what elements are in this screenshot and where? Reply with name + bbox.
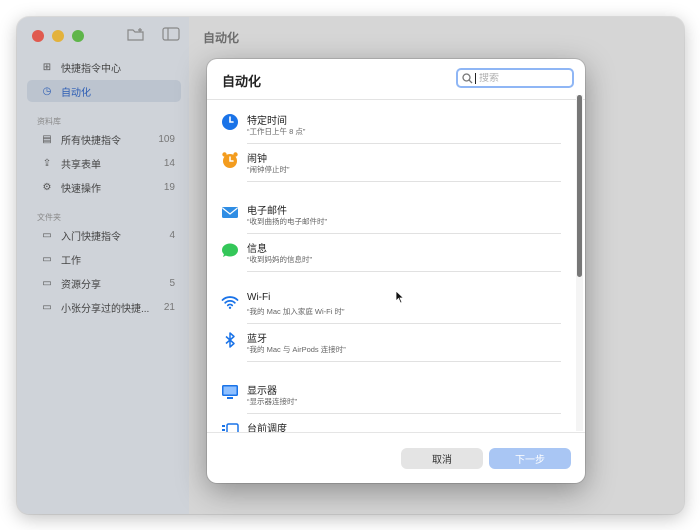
sidebar-item-folder-work[interactable]: ▭ 工作 xyxy=(27,248,181,270)
trigger-title: Wi-Fi xyxy=(247,292,271,303)
sidebar-item-count: 5 xyxy=(169,277,175,289)
sidebar: ⊞ 快捷指令中心 ◷ 自动化 资料库 ▤ 所有快捷指令 109 ⇪ 共享表单 1… xyxy=(17,17,189,514)
close-window-button[interactable] xyxy=(32,30,44,42)
sidebar-item-label: 入门快捷指令 xyxy=(61,231,121,243)
row-divider xyxy=(247,361,561,362)
maximize-window-button[interactable] xyxy=(72,30,84,42)
trigger-row-display[interactable]: 显示器 “显示器连接时” xyxy=(221,376,561,414)
page-title: 自动化 xyxy=(203,31,240,45)
stack-icon: ▤ xyxy=(42,133,52,145)
mail-icon xyxy=(222,207,238,218)
sidebar-item-label: 快捷指令中心 xyxy=(61,63,121,75)
sidebar-item-count: 21 xyxy=(163,301,175,313)
new-folder-icon[interactable] xyxy=(127,27,145,41)
next-button[interactable]: 下一步 xyxy=(489,448,571,469)
sidebar-item-count: 19 xyxy=(163,181,175,193)
text-caret xyxy=(475,72,476,84)
row-divider xyxy=(247,271,561,272)
sidebar-item-count: 4 xyxy=(169,229,175,241)
folder-icon: ▭ xyxy=(42,253,52,265)
sidebar-item-label: 自动化 xyxy=(61,87,91,99)
share-icon: ⇪ xyxy=(42,157,52,169)
folder-icon: ▭ xyxy=(42,301,52,313)
wifi-icon xyxy=(221,296,239,309)
trigger-list[interactable]: 特定时间 “工作日上午 8 点” 闹钟 “闹钟停止时” 电子邮件 “收到曲扬的电… xyxy=(207,100,575,432)
sidebar-item-automation[interactable]: ◷ 自动化 xyxy=(27,80,181,102)
sidebar-item-label: 资源分享 xyxy=(61,279,101,291)
sidebar-item-label: 快速操作 xyxy=(61,183,101,195)
message-icon xyxy=(222,243,238,257)
grid-icon: ⊞ xyxy=(42,61,52,73)
new-automation-dialog: 自动化 特定时间 “工作日上午 8 点” 闹钟 “ xyxy=(207,59,585,483)
sidebar-item-gallery[interactable]: ⊞ 快捷指令中心 xyxy=(27,56,181,78)
trigger-subtitle: “我的 Mac 与 AirPods 连接时” xyxy=(247,345,346,354)
trigger-title: 特定时间 xyxy=(247,116,287,127)
trigger-title: 闹钟 xyxy=(247,154,267,165)
trigger-title: 电子邮件 xyxy=(247,206,287,217)
trigger-row-time-of-day[interactable]: 特定时间 “工作日上午 8 点” xyxy=(221,106,561,144)
trigger-row-alarm[interactable]: 闹钟 “闹钟停止时” xyxy=(221,144,561,182)
sidebar-item-folder-resources[interactable]: ▭ 资源分享 5 xyxy=(27,272,181,294)
sidebar-item-label: 小张分享过的快捷... xyxy=(61,303,150,315)
sidebar-item-quick-actions[interactable]: ⚙ 快速操作 19 xyxy=(27,176,181,198)
trigger-subtitle: “收到曲扬的电子邮件时” xyxy=(247,217,327,226)
folder-icon: ▭ xyxy=(42,229,52,241)
sidebar-item-count: 109 xyxy=(158,133,175,145)
bluetooth-icon xyxy=(225,332,235,348)
display-icon xyxy=(222,385,238,399)
dialog-title: 自动化 xyxy=(222,74,262,89)
stage-manager-icon xyxy=(222,423,239,432)
sidebar-item-label: 所有快捷指令 xyxy=(61,135,121,147)
trigger-subtitle: “收到妈妈的信息时” xyxy=(247,255,312,264)
row-divider xyxy=(247,181,561,182)
folders-section-header: 文件夹 xyxy=(37,213,61,222)
sidebar-item-count: 14 xyxy=(163,157,175,169)
trigger-title: 信息 xyxy=(247,244,267,255)
gear-icon: ⚙ xyxy=(42,181,52,193)
trigger-title: 台前调度 xyxy=(247,424,287,432)
footer-divider xyxy=(207,432,585,433)
scrollbar-thumb[interactable] xyxy=(577,95,582,277)
trigger-subtitle: “显示器连接时” xyxy=(247,397,297,406)
library-section-header: 资料库 xyxy=(37,117,61,126)
trigger-subtitle: “工作日上午 8 点” xyxy=(247,127,306,136)
window-controls xyxy=(32,30,84,42)
clock-icon xyxy=(222,114,238,130)
sidebar-item-folder-starter[interactable]: ▭ 入门快捷指令 4 xyxy=(27,224,181,246)
trigger-subtitle: “闹钟停止时” xyxy=(247,165,290,174)
clock-icon: ◷ xyxy=(42,85,52,97)
trigger-row-email[interactable]: 电子邮件 “收到曲扬的电子邮件时” xyxy=(221,196,561,234)
sidebar-item-all-shortcuts[interactable]: ▤ 所有快捷指令 109 xyxy=(27,128,181,150)
minimize-window-button[interactable] xyxy=(52,30,64,42)
folder-icon: ▭ xyxy=(42,277,52,289)
alarm-icon xyxy=(222,152,238,168)
trigger-title: 显示器 xyxy=(247,386,277,397)
trigger-row-wifi[interactable]: Wi-Fi “我的 Mac 加入家庭 Wi-Fi 时” xyxy=(221,286,561,324)
sidebar-item-share-sheet[interactable]: ⇪ 共享表单 14 xyxy=(27,152,181,174)
search-input[interactable] xyxy=(479,72,567,84)
sidebar-item-folder-shared[interactable]: ▭ 小张分享过的快捷... 21 xyxy=(27,296,181,318)
trigger-row-bluetooth[interactable]: 蓝牙 “我的 Mac 与 AirPods 连接时” xyxy=(221,324,561,362)
trigger-subtitle: “我的 Mac 加入家庭 Wi-Fi 时” xyxy=(247,307,345,316)
sidebar-item-label: 工作 xyxy=(61,255,81,267)
list-scrollbar[interactable] xyxy=(576,95,583,431)
mouse-pointer-icon xyxy=(395,290,405,304)
search-field[interactable] xyxy=(456,68,574,88)
cancel-button[interactable]: 取消 xyxy=(401,448,483,469)
sidebar-item-label: 共享表单 xyxy=(61,159,101,171)
trigger-row-stage-manager[interactable]: 台前调度 xyxy=(221,414,561,432)
trigger-row-message[interactable]: 信息 “收到妈妈的信息时” xyxy=(221,234,561,272)
trigger-title: 蓝牙 xyxy=(247,334,267,345)
search-icon xyxy=(462,72,473,83)
sidebar-toggle-icon[interactable] xyxy=(162,27,180,41)
